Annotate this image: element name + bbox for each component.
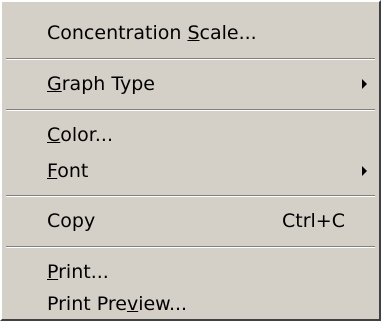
menu-item-label: Print... [47,261,109,283]
menu-item-label: Color... [47,124,113,146]
menu-item-label: Graph Type [47,73,155,95]
menu-item-font[interactable]: Font [2,153,379,189]
menu-item-label: Concentration Scale... [47,22,257,44]
context-menu: Concentration Scale... Graph Type Color.… [0,0,381,321]
menu-item-color[interactable]: Color... [2,117,379,153]
menu-item-label: Copy [47,210,96,232]
menu-separator [6,109,375,111]
menu-item-copy[interactable]: Copy Ctrl+C [2,203,379,239]
menu-item-print[interactable]: Print... [2,254,379,290]
menu-item-print-preview[interactable]: Print Preview... [2,286,379,322]
menu-item-label: Font [47,160,89,182]
menu-separator [6,246,375,248]
menu-separator [6,195,375,197]
menu-item-label: Print Preview... [47,293,188,315]
submenu-arrow-icon [362,166,367,176]
menu-separator [6,58,375,60]
submenu-arrow-icon [362,79,367,89]
menu-item-concentration-scale[interactable]: Concentration Scale... [2,15,379,51]
menu-item-shortcut: Ctrl+C [282,210,345,232]
menu-item-graph-type[interactable]: Graph Type [2,66,379,102]
